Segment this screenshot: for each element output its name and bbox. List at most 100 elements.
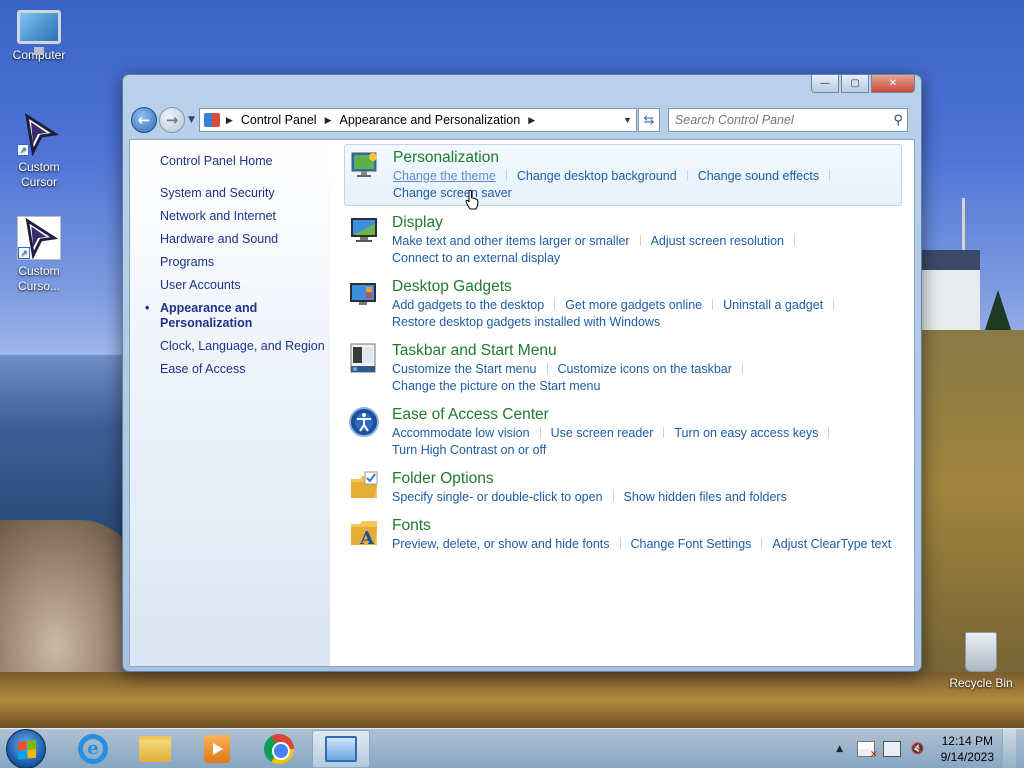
left-navigation-pane: Control Panel Home System and Security N… bbox=[130, 140, 330, 666]
link-change-screen-saver[interactable]: Change screen saver bbox=[393, 186, 512, 200]
link-low-vision[interactable]: Accommodate low vision bbox=[392, 426, 530, 440]
section-title[interactable]: Desktop Gadgets bbox=[392, 278, 896, 296]
link-change-start-picture[interactable]: Change the picture on the Start menu bbox=[392, 379, 600, 393]
taskbar-control-panel[interactable] bbox=[312, 729, 370, 768]
sidebar-item-hardware-sound[interactable]: Hardware and Sound bbox=[160, 232, 330, 247]
close-button[interactable]: ✕ bbox=[871, 75, 915, 93]
chrome-icon bbox=[264, 733, 294, 764]
fonts-icon: A bbox=[351, 521, 377, 549]
section-title[interactable]: Ease of Access Center bbox=[392, 406, 896, 424]
hand-cursor-icon bbox=[465, 190, 479, 210]
start-button[interactable] bbox=[6, 728, 46, 768]
maximize-button[interactable]: ▢ bbox=[841, 75, 869, 93]
sidebar-item-clock-language[interactable]: Clock, Language, and Region bbox=[160, 339, 330, 354]
taskbar-media-player[interactable] bbox=[188, 730, 246, 768]
system-tray: ▲ 🔇 12:14 PM 9/14/2023 bbox=[823, 728, 1024, 768]
content-area: Control Panel Home System and Security N… bbox=[129, 139, 915, 667]
search-box[interactable]: ⚲ bbox=[667, 108, 908, 132]
link-show-hidden-files[interactable]: Show hidden files and folders bbox=[624, 490, 787, 504]
main-pane: Personalization Change the theme Change d… bbox=[330, 140, 914, 666]
taskbar-icon bbox=[350, 343, 376, 373]
section-title[interactable]: Folder Options bbox=[392, 470, 896, 488]
breadcrumb-separator-icon[interactable]: ▶ bbox=[325, 115, 332, 126]
taskbar-file-explorer[interactable] bbox=[126, 730, 184, 768]
section-title[interactable]: Display bbox=[392, 214, 896, 232]
navigation-bar: ← → ▼ ▶ Control Panel ▶ Appearance and P… bbox=[131, 105, 913, 135]
section-links: Preview, delete, or show and hide fonts C… bbox=[392, 536, 896, 553]
link-change-theme[interactable]: Change the theme bbox=[393, 169, 496, 183]
link-text-size[interactable]: Make text and other items larger or smal… bbox=[392, 234, 630, 248]
taskbar-chrome[interactable] bbox=[250, 730, 308, 768]
link-restore-gadgets[interactable]: Restore desktop gadgets installed with W… bbox=[392, 315, 660, 329]
sidebar-item-programs[interactable]: Programs bbox=[160, 255, 330, 270]
link-customize-taskbar-icons[interactable]: Customize icons on the taskbar bbox=[558, 362, 732, 376]
link-screen-resolution[interactable]: Adjust screen resolution bbox=[651, 234, 784, 248]
link-get-more-gadgets[interactable]: Get more gadgets online bbox=[565, 298, 702, 312]
gadgets-icon bbox=[350, 283, 376, 305]
shortcut-arrow-icon: ↗ bbox=[17, 144, 29, 156]
refresh-button[interactable]: ⇆ bbox=[637, 108, 660, 132]
control-panel-icon bbox=[203, 113, 220, 127]
breadcrumb-separator-icon[interactable]: ▶ bbox=[226, 115, 233, 126]
section-fonts: A Fonts Preview, delete, or show and hid… bbox=[344, 513, 902, 556]
section-title[interactable]: Taskbar and Start Menu bbox=[392, 342, 896, 360]
address-bar[interactable]: ▶ Control Panel ▶ Appearance and Persona… bbox=[198, 108, 637, 132]
section-personalization: Personalization Change the theme Change d… bbox=[344, 144, 902, 206]
folder-icon bbox=[139, 735, 171, 762]
link-screen-reader[interactable]: Use screen reader bbox=[551, 426, 654, 440]
link-customize-start-menu[interactable]: Customize the Start menu bbox=[392, 362, 537, 376]
link-change-desktop-background[interactable]: Change desktop background bbox=[517, 169, 677, 183]
link-preview-fonts[interactable]: Preview, delete, or show and hide fonts bbox=[392, 537, 610, 551]
recent-pages-dropdown[interactable]: ▼ bbox=[188, 115, 195, 125]
breadcrumb-control-panel[interactable]: Control Panel bbox=[241, 113, 317, 127]
sidebar-item-user-accounts[interactable]: User Accounts bbox=[160, 278, 330, 293]
sidebar-item-appearance[interactable]: Appearance and Personalization bbox=[145, 301, 280, 331]
sidebar-item-network-internet[interactable]: Network and Internet bbox=[160, 209, 330, 224]
search-icon[interactable]: ⚲ bbox=[893, 113, 903, 128]
taskbar-internet-explorer[interactable]: e bbox=[64, 730, 122, 768]
section-links: Specify single- or double-click to open S… bbox=[392, 489, 896, 506]
show-desktop-button[interactable] bbox=[1002, 728, 1016, 768]
section-taskbar-start-menu: Taskbar and Start Menu Customize the Sta… bbox=[344, 338, 902, 398]
network-icon[interactable] bbox=[882, 740, 901, 757]
link-add-gadgets[interactable]: Add gadgets to the desktop bbox=[392, 298, 544, 312]
section-ease-of-access: Ease of Access Center Accommodate low vi… bbox=[344, 402, 902, 462]
desktop-icon-computer[interactable]: Computer bbox=[3, 10, 75, 63]
address-dropdown-icon[interactable]: ▼ bbox=[623, 115, 632, 125]
recycle-bin-icon bbox=[965, 632, 997, 672]
action-center-icon[interactable] bbox=[856, 740, 878, 760]
link-font-settings[interactable]: Change Font Settings bbox=[631, 537, 752, 551]
link-external-display[interactable]: Connect to an external display bbox=[392, 251, 560, 265]
section-desktop-gadgets: Desktop Gadgets Add gadgets to the deskt… bbox=[344, 274, 902, 334]
desktop-icon-custom-cursor-2[interactable]: ↗ Custom Curso... bbox=[3, 216, 75, 294]
back-button[interactable]: ← bbox=[131, 107, 157, 133]
minimize-button[interactable]: — bbox=[811, 75, 839, 93]
link-cleartype[interactable]: Adjust ClearType text bbox=[772, 537, 891, 551]
link-change-sound-effects[interactable]: Change sound effects bbox=[698, 169, 819, 183]
section-folder-options: Folder Options Specify single- or double… bbox=[344, 466, 902, 509]
volume-muted-icon[interactable]: 🔇 bbox=[909, 741, 927, 757]
clock-time: 12:14 PM bbox=[941, 733, 993, 748]
show-hidden-icons-button[interactable]: ▲ bbox=[831, 741, 849, 757]
ease-of-access-icon bbox=[349, 407, 379, 437]
taskbar-clock[interactable]: 12:14 PM 9/14/2023 bbox=[941, 733, 994, 765]
forward-button[interactable]: → bbox=[159, 107, 185, 133]
clock-date: 9/14/2023 bbox=[940, 749, 994, 764]
link-single-double-click[interactable]: Specify single- or double-click to open bbox=[392, 490, 603, 504]
link-uninstall-gadget[interactable]: Uninstall a gadget bbox=[723, 298, 823, 312]
breadcrumb-appearance[interactable]: Appearance and Personalization bbox=[340, 113, 521, 127]
link-easy-access-keys[interactable]: Turn on easy access keys bbox=[674, 426, 818, 440]
section-title[interactable]: Fonts bbox=[392, 517, 896, 535]
sidebar-item-system-security[interactable]: System and Security bbox=[160, 186, 330, 201]
sidebar-item-ease-of-access[interactable]: Ease of Access bbox=[160, 362, 330, 377]
desktop-icon-custom-cursor[interactable]: ↗ Custom Cursor bbox=[3, 112, 75, 190]
forward-arrow-icon: → bbox=[165, 111, 179, 129]
breadcrumb-separator-icon[interactable]: ▶ bbox=[528, 115, 535, 126]
cursor-shortcut-icon: ↗ bbox=[17, 112, 61, 157]
personalization-icon bbox=[351, 152, 377, 177]
section-title[interactable]: Personalization bbox=[393, 149, 895, 167]
control-panel-home-link[interactable]: Control Panel Home bbox=[160, 154, 330, 168]
search-input[interactable] bbox=[674, 113, 894, 127]
link-high-contrast[interactable]: Turn High Contrast on or off bbox=[392, 443, 546, 457]
desktop-icon-recycle-bin[interactable]: Recycle Bin bbox=[939, 632, 1023, 691]
